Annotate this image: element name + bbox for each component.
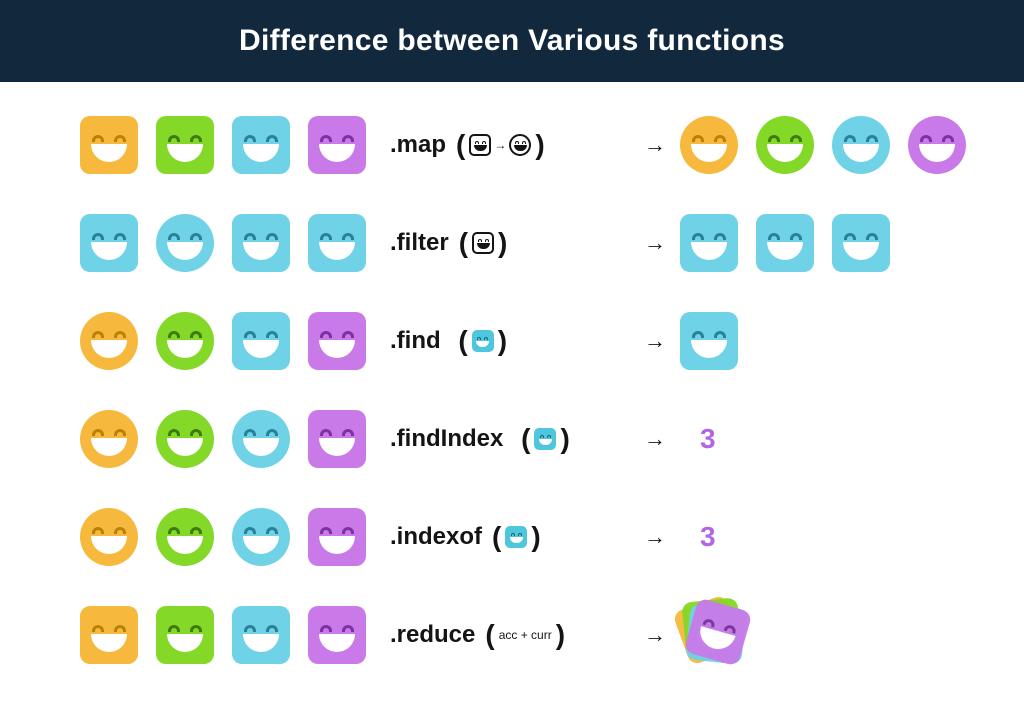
mini-circle-icon [509,134,531,156]
reduce-output [680,600,750,670]
fn-arg: → [469,134,531,156]
row-reduce: .reduce ( acc + curr ) → [80,600,944,670]
row-find: .find ( ) → [80,306,944,376]
smile-circle-icon [80,312,138,370]
smile-circle-icon [156,312,214,370]
smile-circle-icon [232,410,290,468]
fn-label-findindex: .findIndex ( ) [390,423,630,455]
smile-circle-icon [156,214,214,272]
smile-square-icon [680,214,738,272]
fn-label-reduce: .reduce ( acc + curr ) [390,619,630,651]
smile-circle-icon [80,508,138,566]
paren-open: ( [513,423,530,455]
diagram-body: .map ( → ) → .filter ( [0,82,1024,670]
smile-circle-icon [908,116,966,174]
paren-close: ) [535,129,544,161]
paren-open: ( [451,325,468,357]
stacked-output-icon [680,600,750,670]
smile-square-icon [232,214,290,272]
page-title: Difference between Various functions [0,0,1024,82]
smile-square-icon [232,116,290,174]
result-number: 3 [680,423,716,455]
fn-name: .find [390,327,441,355]
row-filter: .filter ( ) → [80,208,944,278]
fn-arg [534,428,556,450]
fn-name: .map [390,131,446,159]
fn-label-filter: .filter ( ) [390,227,630,259]
smile-square-icon [308,214,366,272]
smile-square-icon [80,116,138,174]
paren-close: ) [498,325,507,357]
mini-square-icon [472,232,494,254]
smile-square-icon [308,116,366,174]
fn-name: .filter [390,229,449,257]
smile-square-icon [232,312,290,370]
paren-open: ( [456,129,465,161]
smile-square-icon [308,508,366,566]
result-number: 3 [680,521,716,553]
find-outputs [680,312,738,370]
paren-open: ( [459,227,468,259]
smile-square-icon [680,312,738,370]
findindex-inputs [80,410,390,468]
arrow-icon: → [630,622,680,648]
smile-square-icon [232,606,290,664]
smile-square-icon [756,214,814,272]
mini-square-blue-icon [472,330,494,352]
fn-arg [472,330,494,352]
filter-outputs [680,214,890,272]
findindex-output: 3 [680,423,716,455]
fn-label-find: .find ( ) [390,325,630,357]
smile-circle-icon [80,410,138,468]
reduce-inputs [80,606,390,664]
paren-close: ) [531,521,540,553]
smile-square-icon [308,312,366,370]
filter-inputs [80,214,390,272]
arrow-icon: → [630,426,680,452]
mini-square-blue-icon [505,526,527,548]
arrow-icon: → [630,524,680,550]
smile-square-icon [156,606,214,664]
smile-circle-icon [680,116,738,174]
mini-square-blue-icon [534,428,556,450]
smile-square-icon [80,214,138,272]
map-outputs [680,116,966,174]
fn-arg-text: acc + curr [499,628,552,642]
smile-square-icon [308,410,366,468]
fn-label-indexof: .indexof ( ) [390,521,630,553]
arrow-icon: → [630,230,680,256]
row-map: .map ( → ) → [80,110,944,180]
paren-open: ( [485,619,494,651]
find-inputs [80,312,390,370]
paren-open: ( [492,521,501,553]
smile-square-icon [308,606,366,664]
row-indexof: .indexof ( ) → 3 [80,502,944,572]
mini-square-icon [469,134,491,156]
paren-close: ) [560,423,569,455]
indexof-output: 3 [680,521,716,553]
fn-name: .indexof [390,523,482,551]
arrow-icon: → [630,328,680,354]
smile-circle-icon [756,116,814,174]
smile-circle-icon [156,410,214,468]
smile-square-icon [80,606,138,664]
paren-close: ) [556,619,565,651]
fn-label-map: .map ( → ) [390,129,630,161]
smile-square-icon [832,214,890,272]
smile-circle-icon [232,508,290,566]
arrow-icon: → [630,132,680,158]
smile-circle-icon [156,508,214,566]
fn-name: .reduce [390,621,475,649]
fn-arg [472,232,494,254]
paren-close: ) [498,227,507,259]
row-findindex: .findIndex ( ) → 3 [80,404,944,474]
map-inputs [80,116,390,174]
mini-arrow-icon: → [494,138,506,152]
fn-name: .findIndex [390,425,503,453]
smile-square-icon [156,116,214,174]
fn-arg [505,526,527,548]
smile-circle-icon [832,116,890,174]
indexof-inputs [80,508,390,566]
